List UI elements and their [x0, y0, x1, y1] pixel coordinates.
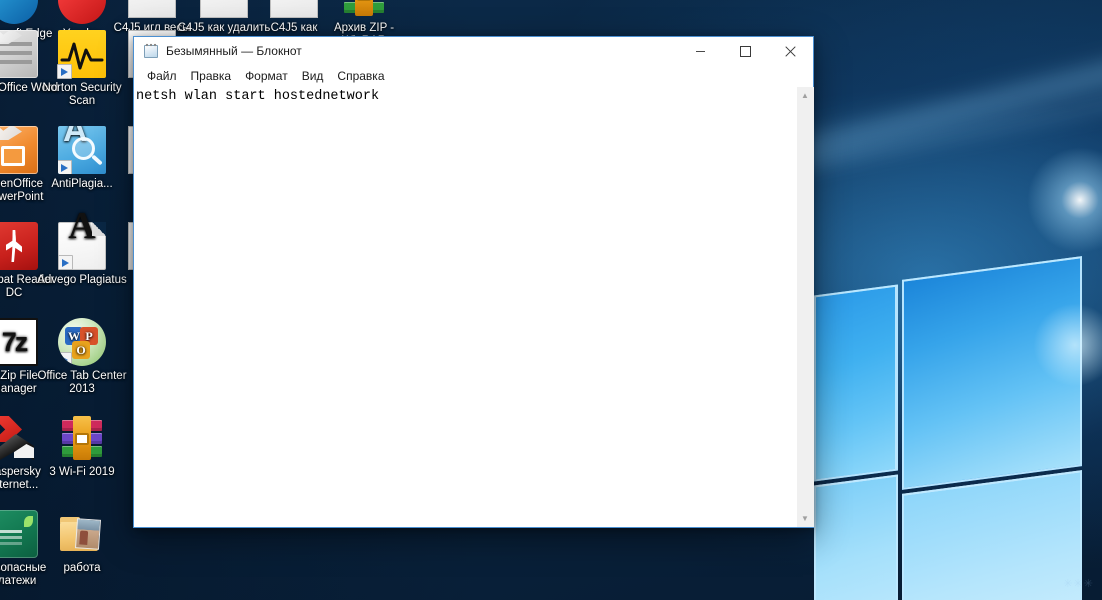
scroll-down-arrow[interactable]: ▼: [797, 510, 814, 527]
winrar-icon: [340, 0, 388, 18]
generic-doc-icon: [128, 0, 176, 18]
window-title-bar[interactable]: Безымянный — Блокнот: [134, 37, 813, 66]
notepad-icon: [143, 43, 159, 59]
desktop-watermark: ✳✳✳: [1063, 577, 1094, 590]
shortcut-arrow-icon: [57, 64, 72, 79]
text-editor-area[interactable]: netsh wlan start hostednetwork: [134, 87, 796, 527]
maximize-icon: [740, 46, 751, 57]
desktop-icon[interactable]: 3 Wi-Fi 2019: [34, 414, 130, 479]
officetab-icon: WPO: [58, 318, 106, 366]
openoffice-ppt-icon: [0, 126, 38, 174]
scrollbar-track[interactable]: [797, 104, 814, 510]
winrar-icon: [58, 414, 106, 462]
notepad-body: netsh wlan start hostednetwork ▲ ▼: [134, 86, 813, 527]
minimize-button[interactable]: [678, 37, 723, 66]
windows-logo-wallpaper: [812, 120, 1102, 540]
acrobat-icon: [0, 222, 38, 270]
advego-icon: [58, 222, 106, 270]
desktop-icon-label: работа: [34, 562, 130, 575]
generic-doc-icon: [200, 0, 248, 18]
shortcut-arrow-icon: [58, 255, 73, 270]
menu-file[interactable]: Файл: [140, 67, 184, 85]
folder-icon: [58, 510, 106, 558]
edge-icon: [0, 0, 38, 24]
menu-bar[interactable]: Файл Правка Формат Вид Справка: [134, 66, 813, 86]
notepad-window[interactable]: Безымянный — Блокнот Файл Правка Формат …: [133, 36, 814, 528]
logo-pane-lower-right: [902, 470, 1082, 600]
7zip-icon: 7z: [0, 318, 38, 366]
shortcut-arrow-icon: [58, 352, 72, 366]
logo-pane-upper-left: [814, 284, 898, 481]
shortcut-arrow-icon: [58, 160, 72, 174]
menu-help[interactable]: Справка: [330, 67, 391, 85]
maximize-button[interactable]: [723, 37, 768, 66]
menu-format[interactable]: Формат: [238, 67, 295, 85]
menu-edit[interactable]: Правка: [184, 67, 239, 85]
scroll-up-arrow[interactable]: ▲: [797, 87, 814, 104]
close-button[interactable]: [768, 37, 813, 66]
kaspersky-icon: [0, 414, 38, 462]
norton-icon: [58, 30, 106, 78]
desktop-icon[interactable]: WPO Office Tab Center 2013: [34, 318, 130, 396]
generic-doc-icon: [270, 0, 318, 18]
close-icon: [785, 46, 796, 57]
desktop-icon-label: Office Tab Center 2013: [34, 370, 130, 396]
card-icon: [0, 510, 38, 558]
minimize-icon: [695, 46, 706, 57]
vertical-scrollbar[interactable]: ▲ ▼: [796, 87, 813, 527]
desktop-icon-label: 3 Wi-Fi 2019: [34, 466, 130, 479]
logo-pane-upper-right: [902, 256, 1082, 490]
window-title: Безымянный — Блокнот: [166, 44, 678, 58]
logo-pane-lower-left: [814, 474, 898, 600]
antiplagia-icon: A: [58, 126, 106, 174]
yandex-icon: [58, 0, 106, 24]
desktop-icon[interactable]: работа: [34, 510, 130, 575]
openoffice-word-icon: [0, 30, 38, 78]
menu-view[interactable]: Вид: [295, 67, 331, 85]
